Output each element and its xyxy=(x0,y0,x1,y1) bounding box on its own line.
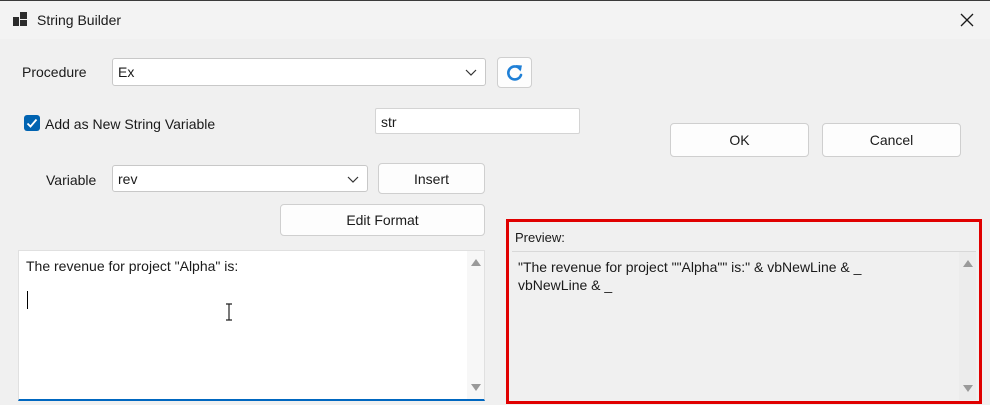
scroll-down-arrow-icon[interactable] xyxy=(471,384,481,391)
variable-name-value: str xyxy=(381,114,397,130)
refresh-button[interactable] xyxy=(497,57,532,88)
close-button[interactable] xyxy=(944,1,990,39)
variable-label: Variable xyxy=(46,172,97,188)
scroll-up-arrow-icon[interactable] xyxy=(963,260,973,267)
ok-button[interactable]: OK xyxy=(670,123,809,157)
add-variable-checkbox[interactable] xyxy=(24,115,40,131)
variable-value: rev xyxy=(118,171,138,187)
variable-name-input[interactable]: str xyxy=(375,108,580,134)
app-window-icon xyxy=(13,12,27,26)
edit-format-button[interactable]: Edit Format xyxy=(280,204,485,236)
procedure-label: Procedure xyxy=(22,64,87,80)
window-title: String Builder xyxy=(37,12,122,28)
procedure-value: Ex xyxy=(118,64,135,80)
editor-text[interactable]: The revenue for project "Alpha" is: xyxy=(26,258,238,274)
check-icon xyxy=(26,118,38,128)
add-variable-label[interactable]: Add as New String Variable xyxy=(45,116,215,132)
text-caret xyxy=(27,291,28,309)
procedure-dropdown[interactable]: Ex xyxy=(112,58,486,86)
chevron-down-icon xyxy=(465,69,477,76)
close-icon xyxy=(960,13,974,27)
string-editor[interactable]: The revenue for project "Alpha" is: xyxy=(18,250,485,401)
preview-text: "The revenue for project ""Alpha"" is:" … xyxy=(518,259,862,293)
preview-area: "The revenue for project ""Alpha"" is:" … xyxy=(512,251,976,400)
preview-label: Preview: xyxy=(515,230,565,245)
preview-scrollbar[interactable] xyxy=(959,252,976,400)
chevron-down-icon xyxy=(347,176,359,183)
variable-dropdown[interactable]: rev xyxy=(112,165,368,192)
insert-button[interactable]: Insert xyxy=(378,163,485,194)
scroll-down-arrow-icon[interactable] xyxy=(963,385,973,392)
ibeam-cursor-icon xyxy=(226,303,232,321)
cancel-button[interactable]: Cancel xyxy=(822,123,961,157)
refresh-icon xyxy=(506,64,522,81)
editor-scrollbar[interactable] xyxy=(467,251,484,399)
scroll-up-arrow-icon[interactable] xyxy=(471,259,481,266)
preview-panel: Preview: "The revenue for project ""Alph… xyxy=(506,219,982,404)
title-bar: String Builder xyxy=(0,1,990,39)
